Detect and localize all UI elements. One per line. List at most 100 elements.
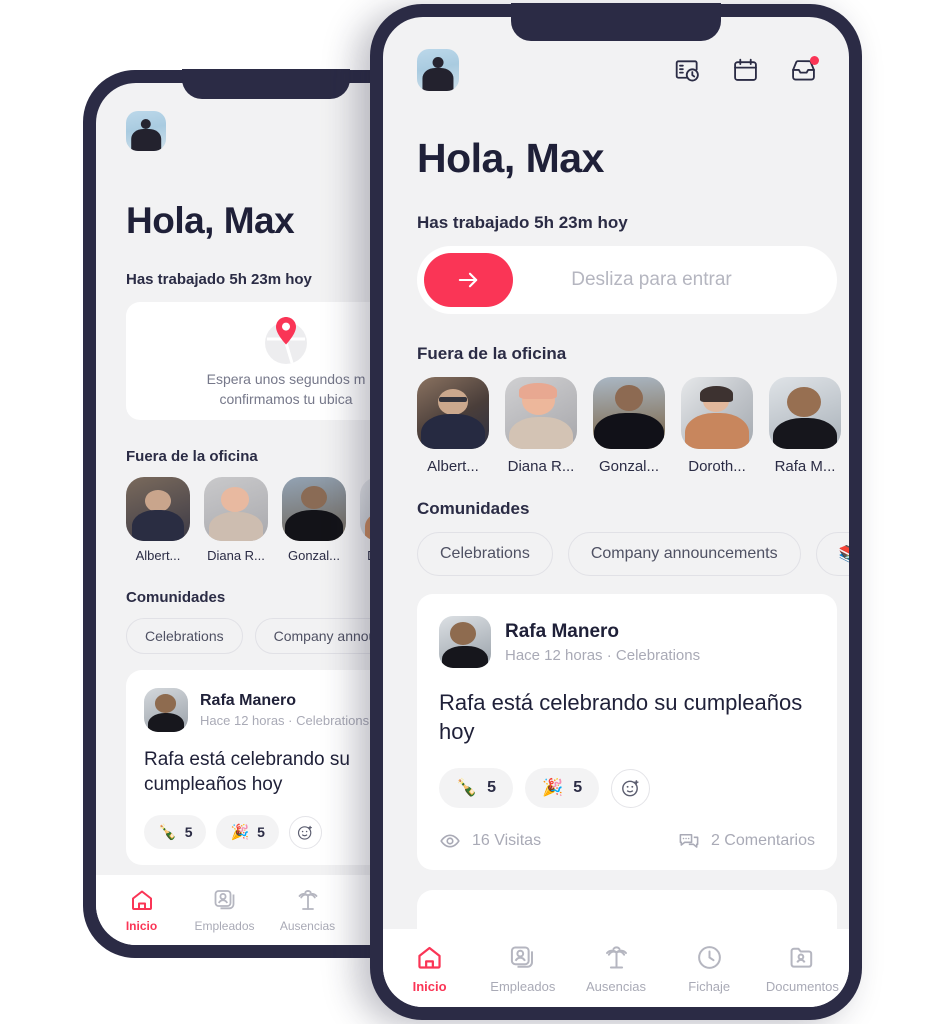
list-item-label: Albert...	[427, 458, 479, 475]
screenshot-root: Hola, Max Has trabajado 5h 23m hoy Esper…	[0, 0, 944, 1024]
tab-label: Fichaje	[688, 978, 731, 994]
slider-label: Desliza para entrar	[571, 269, 732, 290]
section-title-communities: Comunidades	[417, 499, 530, 518]
tab-label: Documentos	[765, 978, 839, 994]
section-title-out-of-office: Fuera de la oficina	[417, 344, 567, 363]
list-item[interactable]: Diana R...	[505, 377, 577, 475]
documents-icon	[790, 947, 813, 968]
reaction-chip[interactable]: 🎉 5	[216, 815, 279, 850]
post-header: Rafa Manero Hace 12 horas · Celebrations	[439, 616, 815, 668]
post-card[interactable]: Rafa Manero Hace 12 horas · Celebrations…	[417, 594, 837, 871]
community-chips[interactable]: Celebrations Company announcements 📚 Pro	[417, 532, 849, 576]
post-meta: Hace 12 horas · Celebrations	[505, 646, 701, 664]
calendar-icon[interactable]	[732, 57, 759, 84]
books-emoji: 📚	[838, 546, 849, 563]
list-item[interactable]: Albert...	[126, 477, 190, 563]
party-emoji: 🎉	[230, 824, 250, 842]
location-text-line1: Espera unos segundos m	[206, 370, 366, 387]
reaction-count: 5	[573, 779, 583, 797]
comment-icon	[679, 834, 699, 849]
list-item[interactable]: Gonzal...	[593, 377, 665, 475]
tab-ausencias[interactable]: Ausencias	[569, 943, 662, 994]
inbox-icon[interactable]	[790, 55, 819, 84]
clock-in-slider[interactable]: Desliza para entrar	[417, 246, 837, 314]
user-avatar[interactable]	[417, 49, 459, 91]
avatar	[144, 688, 188, 732]
eye-icon	[440, 834, 460, 848]
bottle-emoji: 🍾	[456, 778, 478, 798]
avatar	[439, 616, 491, 668]
phone-notch-back	[182, 69, 350, 99]
avatar	[505, 377, 577, 449]
list-item-label: Gonzal...	[287, 548, 341, 563]
employees-icon	[511, 945, 534, 968]
tab-fichaje[interactable]: Fichaje	[663, 943, 756, 994]
post-comments[interactable]: 2 Comentarios	[678, 830, 815, 852]
chip-celebrations[interactable]: Celebrations	[417, 532, 553, 576]
time-tracking-icon[interactable]	[674, 57, 701, 84]
views-label: 16 Visitas	[472, 832, 542, 850]
phone-mockup-front: Hola, Max Has trabajado 5h 23m hoy Desli…	[370, 3, 862, 1020]
map-pin-icon	[258, 313, 314, 365]
worked-today-text: Has trabajado 5h 23m hoy	[417, 213, 628, 232]
list-item[interactable]: Diana R...	[204, 477, 268, 563]
reaction-chip[interactable]: 🍾 5	[144, 815, 207, 850]
reaction-chip[interactable]: 🍾 5	[439, 768, 514, 809]
tab-empleados[interactable]: Empleados	[183, 887, 266, 933]
phone-screen-front: Hola, Max Has trabajado 5h 23m hoy Desli…	[383, 17, 849, 1007]
tab-ausencias[interactable]: Ausencias	[266, 887, 349, 933]
avatar	[417, 377, 489, 449]
avatar	[204, 477, 268, 541]
home-icon	[131, 890, 152, 910]
comments-label: 2 Comentarios	[710, 832, 815, 850]
post-card-next-peek[interactable]	[417, 890, 837, 929]
header-icons	[674, 55, 819, 84]
tab-documentos[interactable]: Documentos	[756, 943, 849, 994]
bottle-emoji: 🍾	[158, 824, 177, 842]
list-item[interactable]: Rafa M...	[769, 377, 841, 475]
tab-label: Inicio	[125, 919, 158, 933]
tabbar[interactable]: Inicio Empleados Ausencias Fichaje Docum…	[383, 929, 849, 1007]
reaction-count: 5	[257, 824, 265, 841]
post-author: Rafa Manero	[505, 620, 620, 642]
post-reactions[interactable]: 🍾 5 🎉 5	[439, 768, 815, 809]
list-item[interactable]: Gonzal...	[282, 477, 346, 563]
palm-tree-icon	[298, 890, 317, 910]
reaction-count: 5	[487, 779, 497, 797]
user-avatar[interactable]	[126, 111, 166, 151]
tab-label: Ausencias	[279, 919, 336, 933]
app-content-front: Hola, Max Has trabajado 5h 23m hoy Desli…	[383, 17, 849, 929]
slider-knob[interactable]	[424, 253, 513, 307]
post-meta: Hace 12 horas · Celebrations	[200, 713, 370, 728]
party-emoji: 🎉	[542, 778, 564, 798]
add-reaction-icon[interactable]	[288, 815, 322, 849]
reaction-chip[interactable]: 🎉 5	[525, 768, 600, 809]
list-item[interactable]: Albert...	[417, 377, 489, 475]
list-item[interactable]: Doroth...	[681, 377, 753, 475]
location-text-line2: confirmamos tu ubica	[219, 391, 353, 407]
list-item-label: Albert...	[135, 548, 181, 563]
post-views: 16 Visitas	[439, 830, 541, 852]
out-of-office-list[interactable]: Albert... Diana R... Gonzal... Doroth...…	[417, 377, 849, 475]
employees-icon	[214, 890, 234, 910]
avatar	[681, 377, 753, 449]
post-footer: 16 Visitas 2 Comentarios	[439, 830, 815, 852]
chip-professional[interactable]: 📚 Pro	[815, 532, 849, 576]
tab-empleados[interactable]: Empleados	[476, 943, 569, 994]
palm-tree-icon	[605, 945, 627, 969]
add-reaction-icon[interactable]	[611, 768, 651, 808]
avatar	[282, 477, 346, 541]
chip-company-announcements[interactable]: Company announcements	[567, 532, 801, 576]
post-author: Rafa Manero	[200, 692, 297, 709]
tab-label: Ausencias	[586, 978, 646, 994]
tab-inicio[interactable]: Inicio	[383, 943, 476, 994]
chip-celebrations[interactable]: Celebrations	[126, 618, 243, 654]
arrow-right-icon	[458, 272, 478, 288]
page-title: Hola, Max	[417, 135, 604, 181]
tab-label: Empleados	[490, 978, 556, 994]
tab-inicio[interactable]: Inicio	[100, 887, 183, 933]
phone-notch-front	[511, 3, 721, 41]
topbar-front	[417, 49, 819, 91]
reaction-count: 5	[184, 824, 193, 841]
avatar	[593, 377, 665, 449]
